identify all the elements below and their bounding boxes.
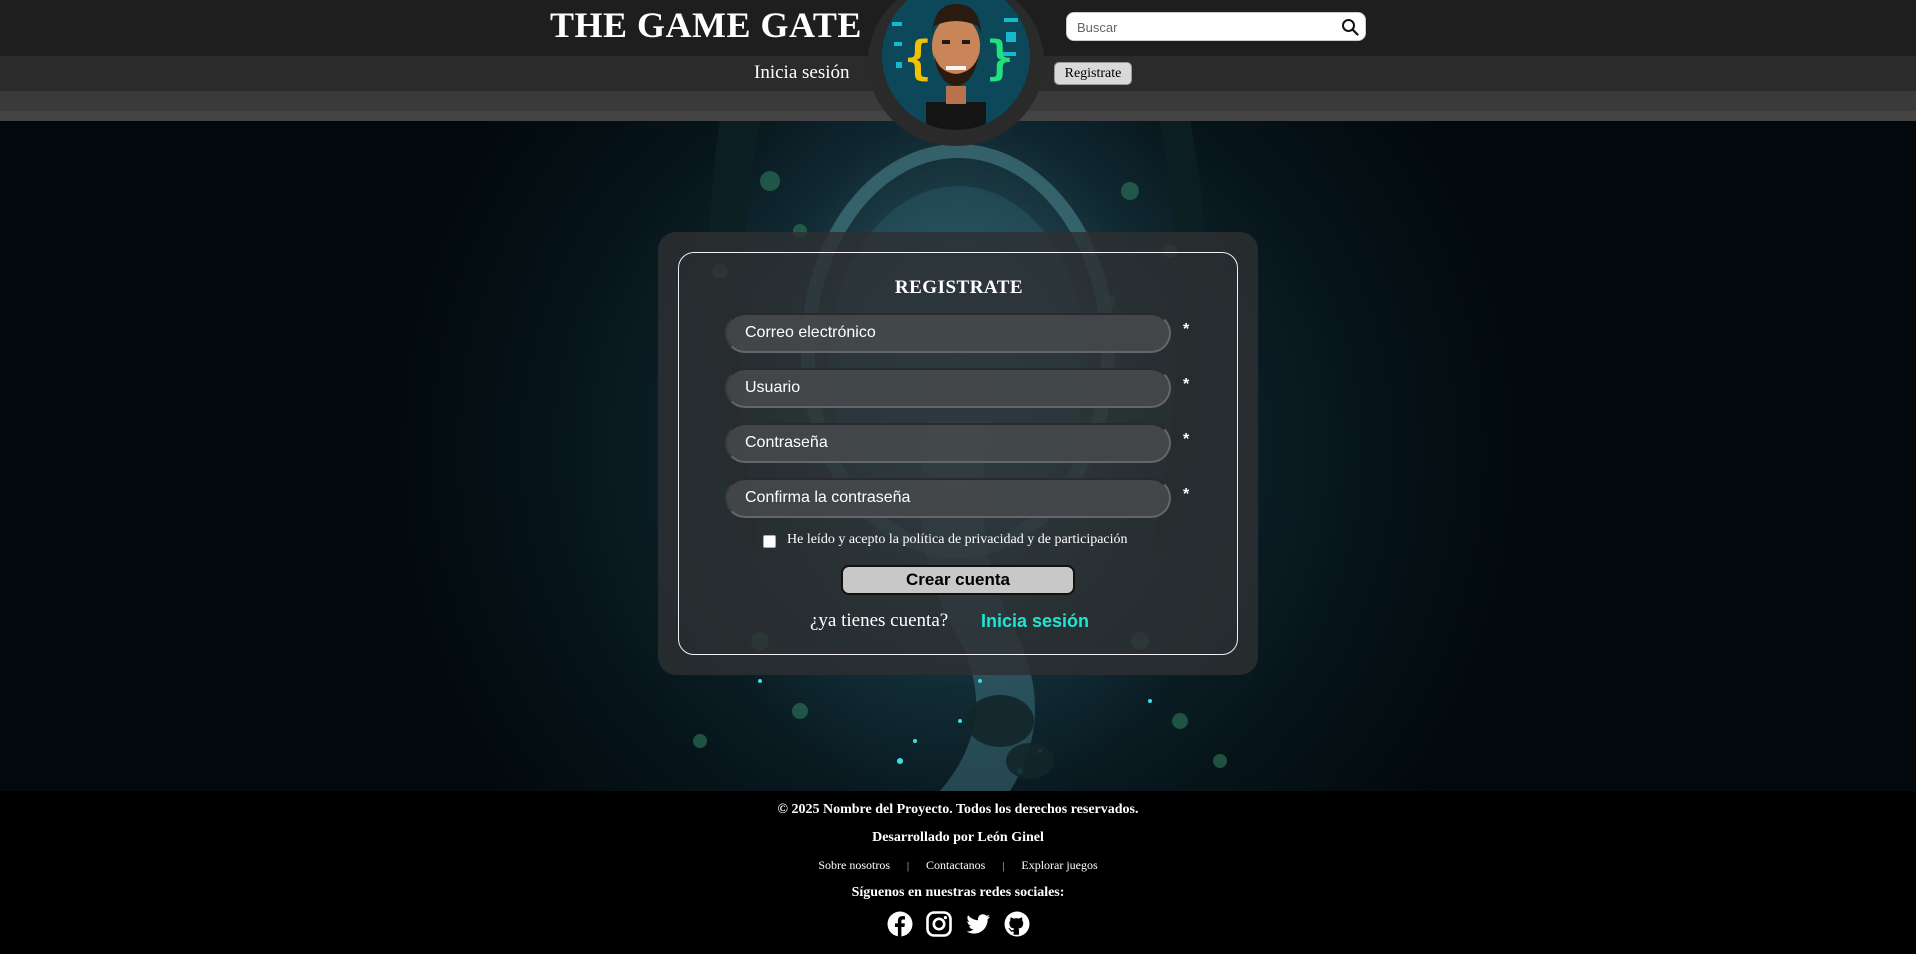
footer-links: Sobre nosotros | Contactanos | Explorar … (0, 858, 1916, 873)
privacy-consent-row: He leído y acepto la política de privaci… (763, 531, 1183, 551)
site-header: THE GAME GATE { } Buscar Inicia sesión R… (0, 0, 1916, 146)
footer-link-about[interactable]: Sobre nosotros (818, 858, 890, 872)
search-box (1066, 12, 1366, 41)
social-heading: Síguenos en nuestras redes sociales: (851, 885, 1065, 900)
register-form: REGISTRATE * * * * He leído y acepto la … (678, 252, 1238, 655)
svg-text:}: } (986, 31, 1014, 85)
header-register-button[interactable]: Registrate (1054, 62, 1132, 85)
twitter-icon[interactable] (965, 911, 991, 937)
footer-link-contact[interactable]: Contactanos (926, 858, 985, 872)
create-account-button[interactable]: Crear cuenta (841, 565, 1075, 595)
privacy-checkbox-label[interactable]: He leído y acepto la política de privaci… (787, 532, 1187, 548)
email-field[interactable] (725, 313, 1171, 353)
confirm-password-field[interactable] (725, 478, 1171, 518)
required-marker: * (1183, 321, 1190, 338)
form-login-link[interactable]: Inicia sesión (981, 611, 1121, 635)
svg-text:{: { (904, 31, 932, 85)
required-marker: * (1183, 431, 1190, 448)
facebook-icon[interactable] (887, 911, 913, 937)
search-input[interactable] (1077, 16, 1327, 38)
github-icon[interactable] (1004, 911, 1030, 937)
footer-developer: Desarrollado por León Ginel (872, 830, 1044, 845)
hero-background: REGISTRATE * * * * He leído y acepto la … (0, 121, 1916, 791)
footer-link-separator: | (1002, 861, 1005, 872)
footer-link-separator: | (907, 861, 910, 872)
search-icon[interactable] (1341, 18, 1359, 36)
footer-link-explore[interactable]: Explorar juegos (1021, 858, 1097, 872)
register-card: REGISTRATE * * * * He leído y acepto la … (658, 232, 1258, 675)
header-login-link[interactable]: Inicia sesión (754, 62, 864, 84)
instagram-icon[interactable] (926, 911, 952, 937)
footer-copyright: © 2025 Nombre del Proyecto. Todos los de… (777, 802, 1139, 817)
form-title: REGISTRATE (894, 277, 1024, 298)
has-account-text: ¿ya tienes cuenta? (810, 610, 949, 631)
password-field[interactable] (725, 423, 1171, 463)
site-footer: © 2025 Nombre del Proyecto. Todos los de… (0, 791, 1916, 954)
username-field[interactable] (725, 368, 1171, 408)
site-title[interactable]: THE GAME GATE (550, 4, 861, 48)
required-marker: * (1183, 376, 1190, 393)
required-marker: * (1183, 486, 1190, 503)
privacy-checkbox[interactable] (763, 535, 776, 548)
